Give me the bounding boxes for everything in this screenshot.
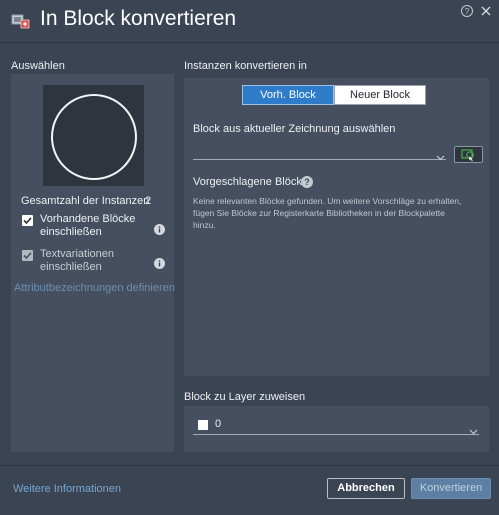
chevron-down-icon[interactable]	[436, 148, 445, 161]
footer-separator	[0, 465, 499, 466]
cancel-button[interactable]: Abbrechen	[327, 478, 405, 499]
instance-count-label: Gesamtzahl der Instanzen	[21, 195, 150, 207]
info-icon[interactable]	[154, 256, 165, 269]
assign-layer-label: Block zu Layer zuweisen	[184, 391, 306, 403]
layer-select-value[interactable]: 0	[215, 418, 221, 430]
layer-select-dropdown[interactable]	[193, 434, 479, 435]
layer-panel	[184, 406, 489, 452]
convert-instances-label: Instanzen konvertieren in	[184, 60, 307, 72]
preview-circle-shape	[51, 94, 137, 180]
suggested-blocks-label: Vorgeschlagene Blöcke	[193, 176, 308, 188]
no-suggestions-message: Keine relevanten Blöcke gefunden. Um wei…	[193, 196, 462, 230]
define-attribute-labels-link[interactable]: Attributbezeichnungen definieren	[14, 282, 175, 294]
help-icon[interactable]: ?	[301, 176, 313, 188]
window-title: In Block konvertieren	[40, 7, 237, 30]
select-block-label: Block aus aktueller Zeichnung auswählen	[193, 123, 396, 135]
include-text-variations-label: Textvariationen einschließen	[40, 248, 114, 273]
title-bar: In Block konvertieren ?	[0, 0, 499, 42]
convert-button[interactable]: Konvertieren	[411, 478, 491, 499]
pick-block-button[interactable]	[454, 146, 483, 163]
block-convert-icon	[11, 11, 31, 29]
instance-count-value: 2	[145, 195, 152, 207]
tab-new-block[interactable]: Neuer Block	[334, 85, 426, 105]
include-existing-blocks-label: Vorhandene Blöcke einschließen	[40, 213, 136, 238]
layer-color-swatch	[198, 420, 208, 430]
include-text-variations-checkbox[interactable]	[22, 250, 33, 261]
info-icon[interactable]	[154, 222, 165, 235]
svg-text:?: ?	[465, 7, 470, 16]
chevron-down-icon[interactable]	[469, 422, 478, 435]
help-icon[interactable]: ?	[460, 4, 474, 18]
title-separator	[0, 42, 499, 43]
more-information-link[interactable]: Weitere Informationen	[13, 483, 121, 495]
tab-existing-block[interactable]: Vorh. Block	[242, 85, 334, 105]
select-section-label: Auswählen	[11, 60, 65, 72]
block-preview	[43, 85, 144, 186]
include-existing-blocks-checkbox[interactable]	[22, 215, 33, 226]
block-select-dropdown[interactable]	[193, 159, 446, 160]
close-icon[interactable]	[479, 4, 493, 18]
